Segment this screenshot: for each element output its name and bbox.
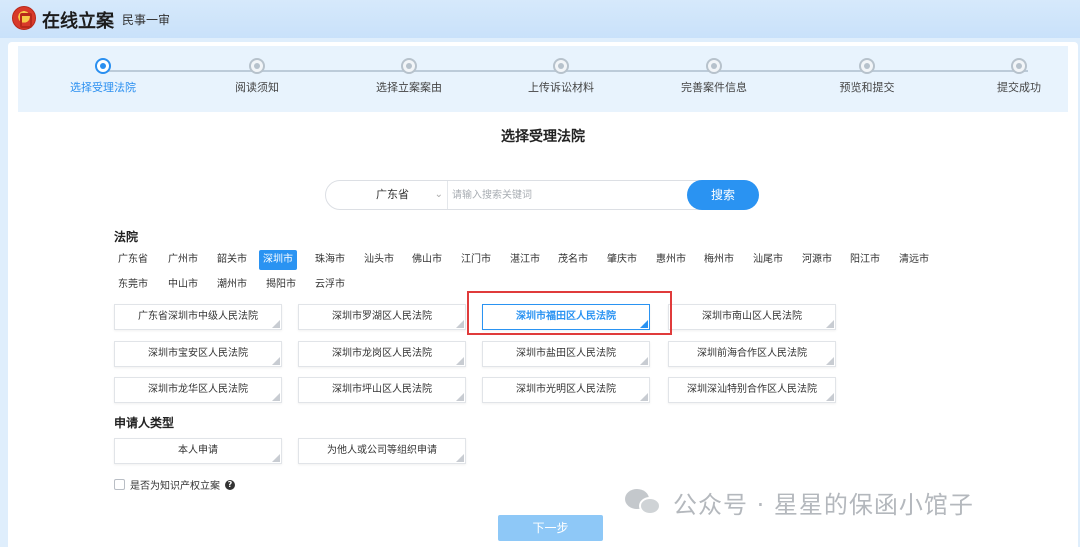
step-label: 完善案件信息 xyxy=(681,81,747,94)
step-dot-icon xyxy=(553,58,569,74)
city-tab[interactable]: 揭阳市 xyxy=(262,275,300,295)
court-option[interactable]: 深圳市宝安区人民法院 xyxy=(114,341,282,367)
city-tab[interactable]: 东莞市 xyxy=(114,275,152,295)
step-dot-icon xyxy=(1011,58,1027,74)
step-label: 提交成功 xyxy=(997,81,1041,94)
city-tab[interactable]: 广州市 xyxy=(164,250,202,270)
court-option[interactable]: 深圳市盐田区人民法院 xyxy=(482,341,650,367)
watermark: 公众号 · 星星的保函小馆子 xyxy=(625,485,974,520)
step-dot-icon xyxy=(401,58,417,74)
step-upload-materials: 上传诉讼材料 xyxy=(491,58,631,95)
ip-case-label: 是否为知识产权立案 xyxy=(130,481,220,492)
step-label: 选择立案案由 xyxy=(376,81,442,94)
city-tab[interactable]: 阳江市 xyxy=(846,250,884,270)
chevron-down-icon: ⌄ xyxy=(434,189,443,200)
city-tab[interactable]: 惠州市 xyxy=(652,250,690,270)
city-tab[interactable]: 湛江市 xyxy=(506,250,544,270)
court-option[interactable]: 深圳市南山区人民法院 xyxy=(668,304,836,330)
city-tab[interactable]: 潮州市 xyxy=(213,275,251,295)
applicant-self-option[interactable]: 本人申请 xyxy=(114,438,282,464)
city-tab-selected[interactable]: 深圳市 xyxy=(259,250,297,270)
progress-steps: 选择受理法院 阅读须知 选择立案案由 上传诉讼材料 完善案件信息 预览和提交 提… xyxy=(18,46,1068,112)
step-preview-submit: 预览和提交 xyxy=(797,58,937,95)
court-option[interactable]: 深圳深汕特别合作区人民法院 xyxy=(668,377,836,403)
page-title: 选择受理法院 xyxy=(501,129,585,145)
city-tab[interactable]: 珠海市 xyxy=(311,250,349,270)
step-read-notice: 阅读须知 xyxy=(187,58,327,95)
court-option[interactable]: 深圳市光明区人民法院 xyxy=(482,377,650,403)
case-type-label: 民事一审 xyxy=(122,13,171,27)
city-tab[interactable]: 佛山市 xyxy=(408,250,446,270)
search-button[interactable]: 搜索 xyxy=(687,180,759,210)
step-dot-icon xyxy=(859,58,875,74)
step-label: 阅读须知 xyxy=(235,81,279,94)
province-select[interactable]: 广东省 ⌄ xyxy=(326,181,448,209)
applicant-others-option[interactable]: 为他人或公司等组织申请 xyxy=(298,438,466,464)
city-tab[interactable]: 云浮市 xyxy=(311,275,349,295)
step-label: 上传诉讼材料 xyxy=(528,81,594,94)
court-option[interactable]: 深圳市龙华区人民法院 xyxy=(114,377,282,403)
step-select-cause: 选择立案案由 xyxy=(339,58,479,95)
app-title: 在线立案 xyxy=(42,11,114,32)
step-dot-icon xyxy=(95,58,111,74)
step-label: 预览和提交 xyxy=(839,81,895,94)
city-tab[interactable]: 中山市 xyxy=(164,275,202,295)
ip-case-checkbox[interactable] xyxy=(114,479,125,490)
city-tab[interactable]: 河源市 xyxy=(798,250,836,270)
main-card: 选择受理法院 阅读须知 选择立案案由 上传诉讼材料 完善案件信息 预览和提交 提… xyxy=(8,42,1078,547)
selection-highlight-box xyxy=(467,291,672,335)
next-button[interactable]: 下一步 xyxy=(498,515,603,541)
court-option[interactable]: 深圳市坪山区人民法院 xyxy=(298,377,466,403)
wechat-icon xyxy=(625,487,665,519)
city-tab[interactable]: 清远市 xyxy=(895,250,933,270)
step-submit-success: 提交成功 xyxy=(949,58,1080,95)
city-tab[interactable]: 茂名市 xyxy=(554,250,592,270)
court-option[interactable]: 广东省深圳市中级人民法院 xyxy=(114,304,282,330)
court-option[interactable]: 深圳市龙岗区人民法院 xyxy=(298,341,466,367)
city-tab[interactable]: 梅州市 xyxy=(700,250,738,270)
city-tab[interactable]: 汕尾市 xyxy=(749,250,787,270)
ip-case-checkbox-row[interactable]: 是否为知识产权立案 ? xyxy=(114,477,235,492)
step-dot-icon xyxy=(249,58,265,74)
court-option[interactable]: 深圳市罗湖区人民法院 xyxy=(298,304,466,330)
help-icon[interactable]: ? xyxy=(225,479,235,490)
court-section-label: 法院 xyxy=(114,230,139,244)
city-tab[interactable]: 广东省 xyxy=(114,250,152,270)
step-select-court: 选择受理法院 xyxy=(33,58,173,95)
city-tab[interactable]: 汕头市 xyxy=(360,250,398,270)
province-select-value: 广东省 xyxy=(376,188,409,201)
step-complete-info: 完善案件信息 xyxy=(644,58,784,95)
city-tab[interactable]: 韶关市 xyxy=(213,250,251,270)
watermark-text: 公众号 · 星星的保函小馆子 xyxy=(673,491,974,519)
applicant-section-label: 申请人类型 xyxy=(114,416,175,430)
court-emblem-icon xyxy=(12,6,36,30)
court-option[interactable]: 深圳前海合作区人民法院 xyxy=(668,341,836,367)
step-label: 选择受理法院 xyxy=(70,81,136,94)
city-tab[interactable]: 江门市 xyxy=(457,250,495,270)
top-bar: 在线立案 民事一审 xyxy=(0,0,1080,38)
city-tab[interactable]: 肇庆市 xyxy=(603,250,641,270)
search-input[interactable] xyxy=(452,181,682,209)
step-dot-icon xyxy=(706,58,722,74)
